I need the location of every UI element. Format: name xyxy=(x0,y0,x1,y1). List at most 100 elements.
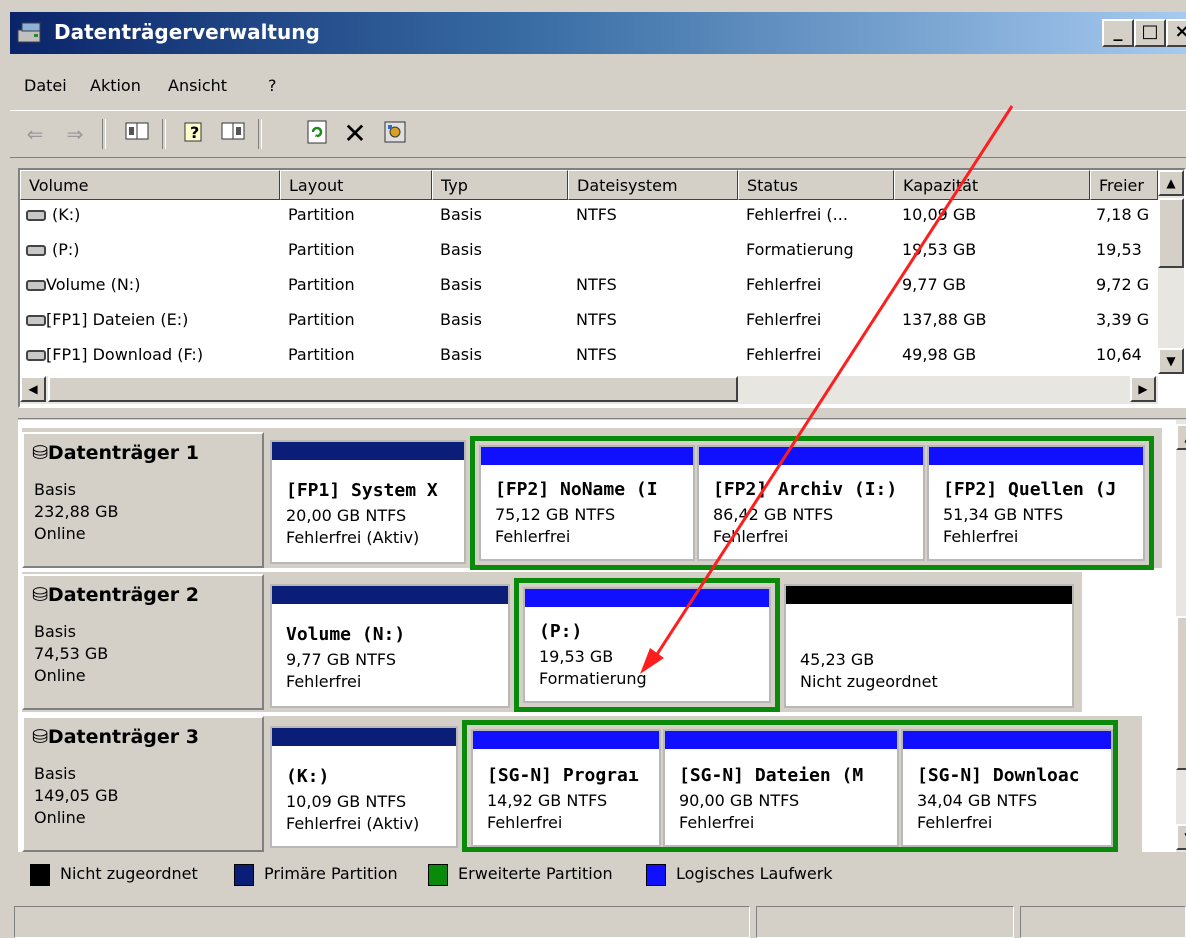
partition-fp2-archiv[interactable]: [FP2] Archiv (I:) 86,42 GB NTFS Fehlerfr… xyxy=(697,445,925,561)
menu-ansicht[interactable]: Ansicht xyxy=(168,76,227,95)
col-header-kapazitaet[interactable]: Kapazität xyxy=(894,170,1090,200)
menu-help[interactable]: ? xyxy=(268,76,277,95)
disk-management-icon xyxy=(17,22,41,43)
properties-icon[interactable] xyxy=(218,119,248,149)
partition-sgn-dateien[interactable]: [SG-N] Dateien (M 90,00 GB NTFS Fehlerfr… xyxy=(663,729,899,847)
svg-text:?: ? xyxy=(190,123,199,142)
cell-freier: 10,64 xyxy=(1096,345,1142,364)
col-header-layout[interactable]: Layout xyxy=(280,170,432,200)
menu-aktion[interactable]: Aktion xyxy=(90,76,141,95)
scroll-thumb[interactable] xyxy=(1176,616,1186,770)
disk-info-2[interactable]: ⛁Datenträger 2 Basis 74,53 GB Online xyxy=(22,574,264,710)
view-icon[interactable] xyxy=(122,119,152,149)
partition-title: [SG-N] Dateien (M xyxy=(679,765,864,786)
disk-icon: ⛁ xyxy=(32,442,48,464)
partition-sgn-programme[interactable]: [SG-N] Prograı 14,92 GB NTFS Fehlerfrei xyxy=(471,729,661,847)
partition-k[interactable]: (K:) 10,09 GB NTFS Fehlerfrei (Aktiv) xyxy=(270,726,458,848)
primary-partition-bar xyxy=(272,442,464,460)
cell-layout: Partition xyxy=(288,240,355,259)
legend-unallocated: Nicht zugeordnet xyxy=(60,864,198,883)
partition-fp2-noname[interactable]: [FP2] NoName (I 75,12 GB NTFS Fehlerfrei xyxy=(479,445,695,561)
title-bar[interactable]: Datenträgerverwaltung _ □ × xyxy=(10,12,1186,54)
cell-dateisystem: NTFS xyxy=(576,205,617,224)
unallocated-bar xyxy=(786,586,1072,604)
cell-freier: 7,18 G xyxy=(1096,205,1150,224)
extended-partition-1: [FP2] NoName (I 75,12 GB NTFS Fehlerfrei… xyxy=(470,436,1154,570)
logical-drive-bar xyxy=(665,731,897,749)
col-header-dateisystem[interactable]: Dateisystem xyxy=(568,170,738,200)
partition-title: [FP2] Quellen (J xyxy=(943,479,1117,500)
maximize-button[interactable]: □ xyxy=(1134,19,1166,47)
hscroll-thumb[interactable] xyxy=(48,376,738,402)
minimize-button[interactable]: _ xyxy=(1102,19,1134,47)
scroll-right-button[interactable]: ▶ xyxy=(1130,376,1156,402)
cell-typ: Basis xyxy=(440,310,482,329)
partition-fp1-system[interactable]: [FP1] System X 20,00 GB NTFS Fehlerfrei … xyxy=(270,440,466,564)
cell-status: Fehlerfrei (... xyxy=(746,205,848,224)
disk-name-text: Datenträger 3 xyxy=(47,726,199,748)
delete-icon[interactable]: ✕ xyxy=(340,119,370,149)
pane-splitter[interactable] xyxy=(18,410,1186,419)
legend: Nicht zugeordnet Primäre Partition Erwei… xyxy=(18,856,1186,894)
close-button[interactable]: × xyxy=(1166,19,1186,47)
cell-kapazitaet: 10,09 GB xyxy=(902,205,977,224)
cell-kapazitaet: 49,98 GB xyxy=(902,345,977,364)
legend-extended: Erweiterte Partition xyxy=(458,864,613,883)
partition-info: 10,09 GB NTFS xyxy=(286,792,407,811)
disk-map-pane: ⛁Datenträger 1 Basis 232,88 GB Online [F… xyxy=(18,420,1186,852)
scroll-down-button[interactable]: ▼ xyxy=(1158,348,1184,374)
cell-kapazitaet: 19,53 GB xyxy=(902,240,977,259)
cell-dateisystem: NTFS xyxy=(576,275,617,294)
cell-layout: Partition xyxy=(288,205,355,224)
disk-info-3[interactable]: ⛁Datenträger 3 Basis 149,05 GB Online xyxy=(22,716,264,852)
volume-list[interactable]: Volume Layout Typ Dateisystem Status Kap… xyxy=(18,168,1186,408)
cell-layout: Partition xyxy=(288,275,355,294)
scroll-thumb[interactable] xyxy=(1158,198,1184,268)
col-header-typ[interactable]: Typ xyxy=(432,170,568,200)
back-icon[interactable]: ⇐ xyxy=(20,119,50,149)
drive-icon xyxy=(26,210,46,221)
scroll-down-button[interactable]: ▼ xyxy=(1176,824,1186,850)
drive-icon xyxy=(26,280,46,291)
scroll-up-button[interactable]: ▲ xyxy=(1158,170,1184,196)
status-panel xyxy=(14,906,750,938)
partition-info: 45,23 GB xyxy=(800,650,875,669)
disk-pane-scrollbar[interactable]: ▲ ▼ xyxy=(1176,420,1186,852)
cell-layout: Partition xyxy=(288,345,355,364)
partition-sgn-download[interactable]: [SG-N] Downloac 34,04 GB NTFS Fehlerfrei xyxy=(901,729,1113,847)
partition-volume-n[interactable]: Volume (N:) 9,77 GB NTFS Fehlerfrei xyxy=(270,584,510,708)
toolbar: ⇐ ⇒ ? ✕ xyxy=(10,110,1186,158)
partition-status: Fehlerfrei (Aktiv) xyxy=(286,528,420,547)
scroll-up-button[interactable]: ▲ xyxy=(1176,424,1186,450)
cell-volume: (P:) xyxy=(52,240,80,259)
partition-info: 75,12 GB NTFS xyxy=(495,505,616,524)
help-icon[interactable]: ? xyxy=(180,119,210,149)
list-horizontal-scrollbar[interactable]: ◀ ▶ xyxy=(20,376,1158,404)
forward-icon[interactable]: ⇒ xyxy=(60,119,90,149)
cell-status: Fehlerfrei xyxy=(746,345,822,364)
menu-datei[interactable]: Datei xyxy=(24,76,67,95)
selected-partition-outline: (P:) 19,53 GB Formatierung xyxy=(514,578,780,712)
partition-title: [FP1] System X xyxy=(286,480,438,501)
col-header-status[interactable]: Status xyxy=(738,170,894,200)
scroll-left-button[interactable]: ◀ xyxy=(20,376,46,402)
partition-p[interactable]: (P:) 19,53 GB Formatierung xyxy=(523,587,771,703)
refresh-icon[interactable] xyxy=(302,119,332,149)
partition-status: Fehlerfrei xyxy=(917,813,993,832)
disk-size: 149,05 GB xyxy=(34,786,119,805)
partition-status: Fehlerfrei xyxy=(487,813,563,832)
cell-volume: [FP1] Download (F:) xyxy=(46,345,204,364)
primary-partition-bar xyxy=(272,586,508,604)
cell-status: Formatierung xyxy=(746,240,854,259)
settings-icon[interactable] xyxy=(380,119,410,149)
list-vertical-scrollbar[interactable]: ▲ ▼ xyxy=(1158,170,1184,374)
disk-state: Online xyxy=(34,524,86,543)
col-header-freier[interactable]: Freier xyxy=(1090,170,1158,200)
unallocated-space[interactable]: 45,23 GB Nicht zugeordnet xyxy=(784,584,1074,708)
col-header-volume[interactable]: Volume xyxy=(20,170,280,200)
legend-swatch-unallocated xyxy=(30,864,50,886)
partition-fp2-quellen[interactable]: [FP2] Quellen (J 51,34 GB NTFS Fehlerfre… xyxy=(927,445,1145,561)
disk-name: ⛁Datenträger 2 xyxy=(32,584,199,606)
status-panel xyxy=(756,906,1014,938)
disk-info-1[interactable]: ⛁Datenträger 1 Basis 232,88 GB Online xyxy=(22,432,264,568)
